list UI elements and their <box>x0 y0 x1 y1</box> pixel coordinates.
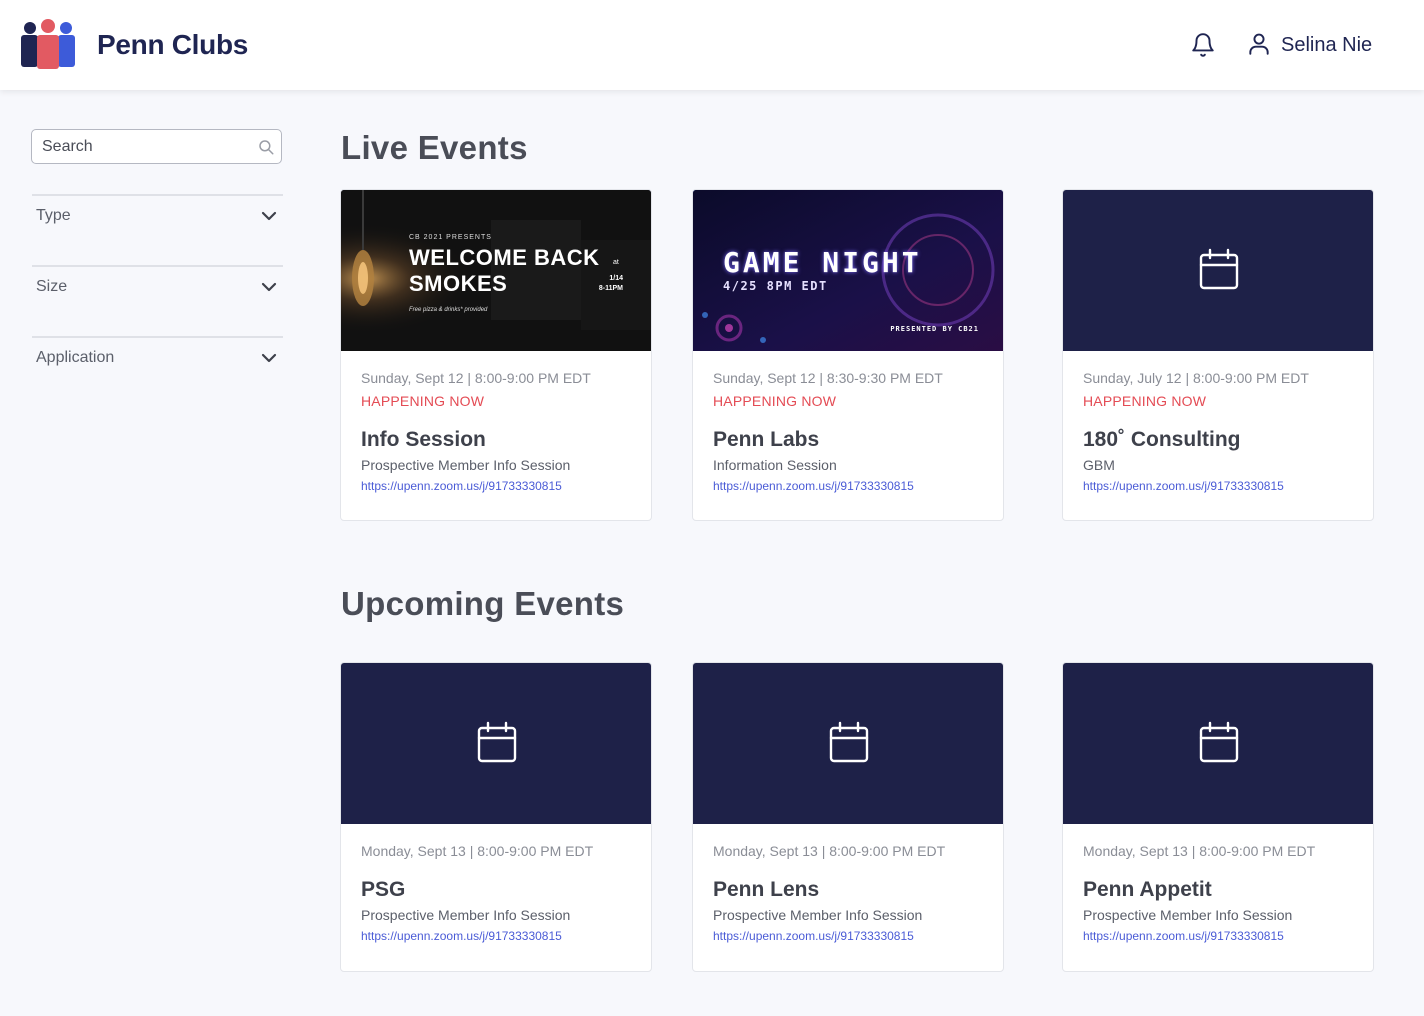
filter-label: Type <box>36 207 71 224</box>
event-zoom-link[interactable]: https://upenn.zoom.us/j/91733330815 <box>713 929 914 943</box>
promo-footer: PRESENTED BY CB21 <box>890 325 979 333</box>
event-card-psg[interactable]: Monday, Sept 13 | 8:00-9:00 PM EDT PSG P… <box>340 662 652 972</box>
event-image <box>1063 190 1373 351</box>
event-zoom-link[interactable]: https://upenn.zoom.us/j/91733330815 <box>1083 929 1284 943</box>
event-image: CB 2021 PRESENTS WELCOME BACK at SMOKES … <box>341 190 651 351</box>
user-name[interactable]: Selina Nie <box>1281 34 1372 57</box>
upcoming-events-title: Upcoming Events <box>341 585 625 622</box>
promo-date: 1/14 <box>609 275 623 282</box>
event-card-penn-labs[interactable]: GAME NIGHT 4/25 8PM EDT PRESENTED BY CB2… <box>692 189 1004 521</box>
calendar-icon <box>1199 248 1239 290</box>
happening-now-badge: HAPPENING NOW <box>713 393 837 409</box>
user-icon[interactable] <box>1246 31 1272 57</box>
live-events-title: Live Events <box>341 129 528 166</box>
event-card-penn-lens[interactable]: Monday, Sept 13 | 8:00-9:00 PM EDT Penn … <box>692 662 1004 972</box>
filter-label: Size <box>36 278 68 295</box>
event-card-info-session[interactable]: CB 2021 PRESENTS WELCOME BACK at SMOKES … <box>340 189 652 521</box>
promo-headline-2: SMOKES <box>409 271 508 296</box>
promo-subhead: 4/25 8PM EDT <box>723 279 828 293</box>
event-description: Prospective Member Info Session <box>713 907 923 923</box>
event-zoom-link[interactable]: https://upenn.zoom.us/j/91733330815 <box>361 929 562 943</box>
search-box[interactable] <box>31 129 282 164</box>
event-image <box>341 663 651 824</box>
happening-now-badge: HAPPENING NOW <box>361 393 485 409</box>
top-header: Penn Clubs Selina Nie <box>0 0 1424 90</box>
app-title[interactable]: Penn Clubs <box>97 29 248 61</box>
event-club-name[interactable]: Penn Lens <box>713 878 819 902</box>
bell-icon[interactable] <box>1190 32 1216 58</box>
event-club-name[interactable]: 180˚ Consulting <box>1083 428 1241 452</box>
chevron-down-icon[interactable] <box>261 280 277 294</box>
filter-type[interactable]: Type <box>32 194 283 238</box>
promo-headline-1: WELCOME BACK <box>409 245 600 270</box>
event-card-penn-appetit[interactable]: Monday, Sept 13 | 8:00-9:00 PM EDT Penn … <box>1062 662 1374 972</box>
promo-headline: GAME NIGHT <box>723 246 922 279</box>
promo-time: 8-11PM <box>598 285 623 292</box>
event-description: GBM <box>1083 457 1115 473</box>
event-zoom-link[interactable]: https://upenn.zoom.us/j/91733330815 <box>1083 479 1284 493</box>
happening-now-badge: HAPPENING NOW <box>1083 393 1207 409</box>
event-club-name[interactable]: PSG <box>361 878 405 902</box>
event-club-name[interactable]: Info Session <box>361 428 486 452</box>
filter-application[interactable]: Application <box>32 336 283 380</box>
calendar-icon <box>477 721 517 763</box>
search-input[interactable] <box>42 136 242 158</box>
people-group-logo[interactable] <box>20 19 76 69</box>
search-icon[interactable] <box>257 138 275 156</box>
event-date: Monday, Sept 13 | 8:00-9:00 PM EDT <box>1083 843 1316 859</box>
event-description: Prospective Member Info Session <box>1083 907 1293 923</box>
promo-note: Free pizza & drinks* provided <box>409 307 488 313</box>
event-date: Sunday, July 12 | 8:00-9:00 PM EDT <box>1083 370 1309 386</box>
event-date: Monday, Sept 13 | 8:00-9:00 PM EDT <box>361 843 594 859</box>
filter-size[interactable]: Size <box>32 265 283 309</box>
chevron-down-icon[interactable] <box>261 209 277 223</box>
event-description: Information Session <box>713 457 837 473</box>
event-description: Prospective Member Info Session <box>361 457 571 473</box>
event-description: Prospective Member Info Session <box>361 907 571 923</box>
event-club-name[interactable]: Penn Labs <box>713 428 819 452</box>
event-zoom-link[interactable]: https://upenn.zoom.us/j/91733330815 <box>713 479 914 493</box>
promo-kicker: CB 2021 PRESENTS <box>409 234 492 241</box>
event-date: Sunday, Sept 12 | 8:00-9:00 PM EDT <box>361 370 591 386</box>
filter-label: Application <box>36 349 115 366</box>
event-card-180-consulting[interactable]: Sunday, July 12 | 8:00-9:00 PM EDT HAPPE… <box>1062 189 1374 521</box>
calendar-icon <box>829 721 869 763</box>
calendar-icon <box>1199 721 1239 763</box>
event-image <box>693 663 1003 824</box>
event-date: Sunday, Sept 12 | 8:30-9:30 PM EDT <box>713 370 943 386</box>
event-image: GAME NIGHT 4/25 8PM EDT PRESENTED BY CB2… <box>693 190 1003 351</box>
event-image <box>1063 663 1373 824</box>
event-club-name[interactable]: Penn Appetit <box>1083 878 1212 902</box>
event-date: Monday, Sept 13 | 8:00-9:00 PM EDT <box>713 843 946 859</box>
event-zoom-link[interactable]: https://upenn.zoom.us/j/91733330815 <box>361 479 562 493</box>
promo-at: at <box>613 259 619 266</box>
chevron-down-icon[interactable] <box>261 351 277 365</box>
